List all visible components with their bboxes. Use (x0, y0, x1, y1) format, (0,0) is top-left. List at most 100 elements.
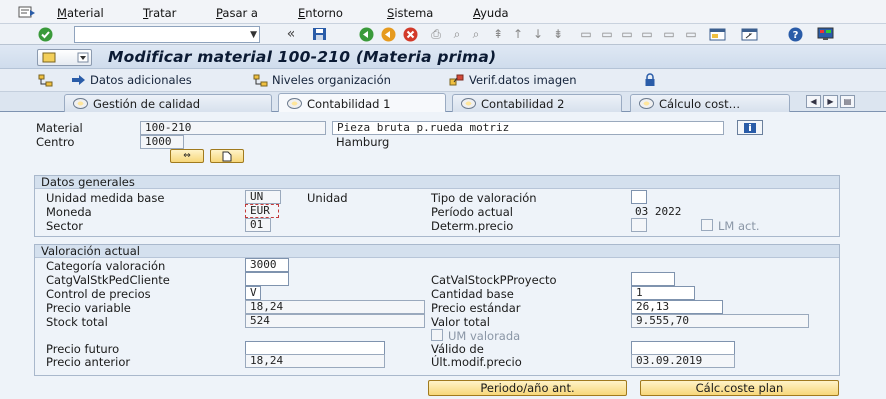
tab-gestion-calidad[interactable]: Gestión de calidad (64, 94, 272, 112)
hierarchy-button[interactable] (37, 73, 57, 87)
unidad-medida-description: Unidad (307, 191, 348, 205)
print-icon[interactable]: ⎙ (427, 26, 445, 42)
tab-scroll-left-icon[interactable]: ◀ (806, 95, 821, 108)
valor-total-label: Valor total (431, 315, 490, 329)
precio-futuro-field[interactable] (245, 341, 385, 355)
layout-menu-icon[interactable] (816, 26, 834, 42)
cantidad-base-field[interactable]: 1 (631, 286, 695, 300)
tab-contabilidad-2[interactable]: Contabilidad 2 (452, 94, 622, 112)
settings-icon[interactable]: ▭ (638, 26, 656, 42)
sector-label: Sector (46, 219, 83, 233)
find-next-icon[interactable]: ⌕ (467, 26, 485, 42)
org-icon: ⇔ (183, 151, 191, 161)
svg-text:?: ? (792, 30, 798, 41)
generate-shortcut-icon[interactable] (740, 26, 758, 42)
precio-variable-field: 18,24 (245, 300, 425, 314)
precio-anterior-label: Precio anterior (46, 355, 131, 369)
centro-label: Centro (36, 135, 75, 149)
previous-page-icon[interactable]: ↑ (509, 26, 527, 42)
valido-de-label: Válido de (431, 342, 484, 356)
periodo-ano-anterior-button[interactable]: Periodo/año ant. (428, 380, 627, 396)
datos-adicionales-button[interactable]: Datos adicionales (70, 73, 192, 87)
tab-status-icon (639, 98, 654, 109)
options-icon[interactable]: ▭ (660, 26, 678, 42)
tab-label: Contabilidad 2 (481, 96, 565, 111)
categoria-valoracion-label: Categoría valoración (46, 259, 166, 273)
lock-button[interactable] (642, 73, 662, 87)
back-icon[interactable] (357, 26, 375, 42)
exit-icon[interactable] (379, 26, 397, 42)
shortcut-icon[interactable]: ▭ (598, 26, 616, 42)
application-toolbar: Datos adicionales Niveles organización V… (0, 69, 886, 92)
enter-icon[interactable] (36, 26, 54, 42)
back-arrows-icon[interactable]: « (282, 26, 300, 42)
catgvalstkpedcliente-label: CatgValStkPedCliente (46, 273, 170, 287)
other-org-button[interactable]: ⇔ (170, 149, 204, 163)
catvalstockpproyecto-label: CatValStockPProyecto (431, 273, 557, 287)
niveles-organizacion-button[interactable]: Niveles organización (252, 73, 391, 87)
help-icon[interactable]: ? (786, 26, 804, 42)
unidad-medida-field: UN (245, 190, 281, 204)
material-field: 100-210 (140, 121, 326, 135)
tab-calculo-coste[interactable]: Cálculo cost… (630, 94, 790, 112)
catvalstockpproyecto-field[interactable] (631, 272, 675, 286)
document-button[interactable] (210, 149, 244, 163)
menu-pasar-a[interactable]: Pasar a (216, 6, 258, 20)
menu-sistema[interactable]: Sistema (387, 6, 433, 20)
moneda-field: EUR (245, 204, 279, 218)
cancel-icon[interactable] (401, 26, 419, 42)
layout-icon[interactable]: ▭ (618, 26, 636, 42)
create-session-icon[interactable] (708, 26, 726, 42)
tab-strip: Gestión de calidad Contabilidad 1 Contab… (0, 92, 886, 113)
customize-icon[interactable]: ▭ (682, 26, 700, 42)
cantidad-base-label: Cantidad base (431, 287, 514, 301)
last-page-icon[interactable]: ⇟ (549, 26, 567, 42)
calc-coste-plan-button[interactable]: Cálc.coste plan (640, 380, 839, 396)
menu-material[interactable]: Material (57, 6, 104, 20)
menu-icon[interactable] (18, 4, 36, 20)
precio-estandar-label: Precio estándar (431, 301, 521, 315)
find-icon[interactable]: ⌕ (448, 26, 466, 42)
arrow-right-icon (70, 73, 86, 87)
menu-tratar[interactable]: Tratar (143, 6, 176, 20)
title-bar: Modificar material 100-210 (Materia prim… (0, 45, 886, 69)
tab-list-icon[interactable]: ▤ (840, 95, 855, 108)
determ-precio-field (631, 218, 647, 232)
tab-contabilidad-1[interactable]: Contabilidad 1 (278, 93, 446, 113)
chevron-down-icon[interactable]: ▼ (250, 30, 257, 40)
um-valorada-checkbox (431, 329, 443, 341)
org-levels-icon (252, 73, 268, 87)
lm-act-checkbox (701, 219, 713, 231)
tipo-valoracion-field[interactable] (631, 190, 647, 204)
lm-act-label: LM act. (718, 219, 760, 233)
material-description-field: Pieza bruta p.rueda motriz (332, 121, 724, 135)
periodo-actual-value: 03 2022 (635, 205, 682, 218)
save-icon[interactable] (310, 26, 328, 42)
control-precios-label: Control de precios (46, 287, 151, 301)
control-precios-field[interactable]: V (245, 286, 261, 300)
centro-field: 1000 (140, 135, 184, 149)
datos-generales-title: Datos generales (35, 176, 839, 189)
first-page-icon[interactable]: ⇞ (489, 26, 507, 42)
verif-datos-imagen-button[interactable]: Verif.datos imagen (449, 73, 577, 87)
tab-status-icon (461, 98, 476, 109)
main-area: Material 100-210 Pieza bruta p.rueda mot… (0, 112, 886, 399)
menu-ayuda[interactable]: Ayuda (473, 6, 509, 20)
catgvalstkpedcliente-field[interactable] (245, 272, 289, 286)
material-label: Material (36, 121, 83, 135)
tab-scroll-right-icon[interactable]: ▶ (823, 95, 838, 108)
categoria-valoracion-field[interactable]: 3000 (245, 258, 289, 272)
precio-estandar-field[interactable]: 26,13 (631, 300, 723, 314)
info-button[interactable] (737, 120, 763, 135)
niveles-organizacion-label: Niveles organización (272, 73, 391, 87)
menu-entorno[interactable]: Entorno (298, 6, 343, 20)
tab-status-icon (287, 98, 302, 109)
next-page-icon[interactable]: ↓ (529, 26, 547, 42)
verif-datos-imagen-label: Verif.datos imagen (469, 73, 577, 87)
tab-label: Gestión de calidad (93, 96, 201, 111)
valido-de-field[interactable] (631, 341, 735, 355)
screen-selector-button[interactable] (37, 49, 92, 66)
command-field[interactable]: ▼ (74, 26, 260, 43)
ult-modif-precio-field: 03.09.2019 (631, 354, 735, 368)
new-session-icon[interactable]: ▭ (577, 26, 595, 42)
